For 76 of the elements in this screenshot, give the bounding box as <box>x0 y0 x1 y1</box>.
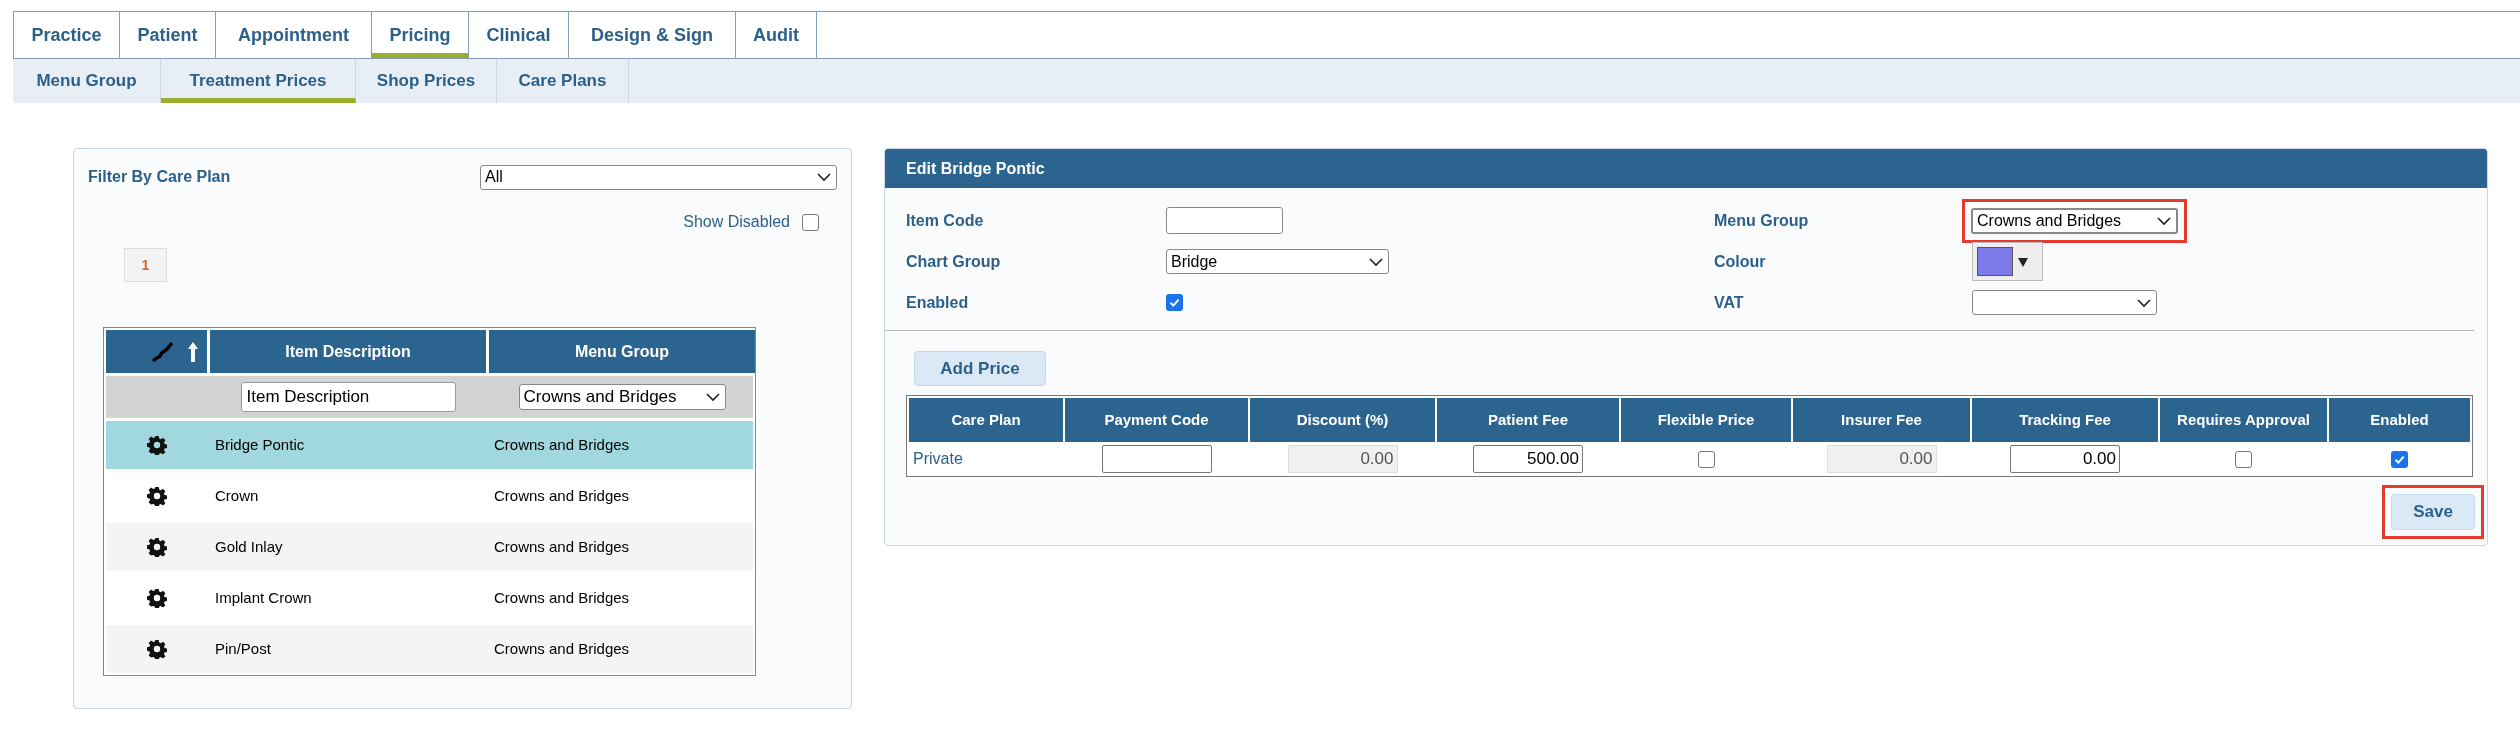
show-disabled-label: Show Disabled <box>683 212 790 232</box>
care-plan-link[interactable]: Private <box>913 447 963 471</box>
select-field[interactable]: Crowns and Bridges <box>518 384 726 410</box>
text-input[interactable] <box>1101 445 1212 473</box>
readonly-field[interactable]: 0.00 <box>1826 445 1937 473</box>
select-field[interactable]: All <box>480 164 837 190</box>
table-cell-text: Implant Crown <box>214 587 313 608</box>
column-header: Discount (%) <box>1250 398 1435 442</box>
panel-header: Edit Bridge Pontic <box>885 149 2487 188</box>
checkbox[interactable] <box>1166 294 1183 311</box>
table-cell-text: Crowns and Bridges <box>493 485 631 506</box>
text-input[interactable] <box>1166 207 1283 234</box>
column-header: Item Description <box>210 330 486 373</box>
sort-arrow-icon[interactable] <box>187 340 199 363</box>
chevron-down-icon <box>2156 215 2172 226</box>
gear-icon[interactable] <box>146 435 167 455</box>
chevron-down-icon <box>704 392 721 402</box>
column-header: Tracking Fee <box>1972 398 2158 442</box>
field-label: Enabled <box>906 292 970 313</box>
text-input[interactable]: 0.00 <box>2010 445 2120 473</box>
colour-picker[interactable] <box>1972 242 2043 281</box>
column-header: Requires Approval <box>2160 398 2327 442</box>
nav-tab[interactable]: Practice <box>14 12 120 58</box>
table-cell-text: Crowns and Bridges <box>493 434 631 455</box>
field-label: Colour <box>1714 251 1767 272</box>
checkbox[interactable] <box>2235 450 2252 468</box>
gear-icon[interactable] <box>146 486 167 506</box>
add-price-button[interactable]: Add Price <box>914 351 1046 386</box>
sub-tab[interactable]: Care Plans <box>497 59 629 103</box>
nav-tab[interactable]: Design & Sign <box>569 12 736 58</box>
table-cell-text: Gold Inlay <box>214 536 284 557</box>
column-header: Enabled <box>2329 398 2470 442</box>
table-cell-text: Pin/Post <box>214 638 272 659</box>
select-field[interactable]: Bridge <box>1166 249 1389 274</box>
column-header: Care Plan <box>909 398 1063 442</box>
filter-label: Filter By Care Plan <box>88 167 231 187</box>
column-header: Patient Fee <box>1437 398 1619 442</box>
table-cell-text: Crowns and Bridges <box>493 536 631 557</box>
search-field[interactable]: Item Description <box>240 382 456 412</box>
sub-tab[interactable]: Treatment Prices <box>161 59 356 103</box>
table-cell-text: Bridge Pontic <box>214 434 306 455</box>
dropdown-triangle-icon <box>2017 255 2029 268</box>
table-cell-text: Crown <box>214 485 260 506</box>
check-icon <box>1168 296 1181 309</box>
nav-tab[interactable]: Audit <box>736 12 817 58</box>
column-header: Payment Code <box>1065 398 1248 442</box>
table-cell-text: Crowns and Bridges <box>493 638 631 659</box>
text-input[interactable]: 500.00 <box>1473 445 1583 473</box>
chevron-down-icon <box>2136 297 2152 308</box>
nav-tab[interactable]: Patient <box>120 12 216 58</box>
field-label: Item Code <box>906 210 985 231</box>
column-header: Flexible Price <box>1621 398 1791 442</box>
readonly-field[interactable]: 0.00 <box>1287 445 1398 473</box>
save-button[interactable]: Save <box>2391 494 2475 530</box>
column-header: Menu Group <box>489 330 755 373</box>
sub-tab[interactable]: Shop Prices <box>356 59 497 103</box>
field-label: VAT <box>1714 292 1745 313</box>
nav-tab[interactable]: Appointment <box>216 12 372 58</box>
checkbox[interactable] <box>802 213 819 231</box>
chevron-down-icon <box>816 172 832 182</box>
gear-icon[interactable] <box>146 537 167 557</box>
table-row[interactable]: Gold Inlay Crowns and Bridges <box>106 523 753 571</box>
select-field[interactable]: Crowns and Bridges <box>1971 207 2178 234</box>
table-cell-text: Crowns and Bridges <box>493 587 631 608</box>
chevron-down-icon <box>1368 256 1384 267</box>
gear-icon[interactable] <box>146 639 167 659</box>
table-row[interactable]: Pin/Post Crowns and Bridges <box>106 625 753 673</box>
gear-icon[interactable] <box>146 588 167 608</box>
field-label: Menu Group <box>1714 210 1810 231</box>
column-header: Insurer Fee <box>1793 398 1970 442</box>
checkbox[interactable] <box>2391 450 2408 468</box>
nav-tab[interactable]: Clinical <box>469 12 569 58</box>
checkbox[interactable] <box>1697 450 1715 468</box>
table-row[interactable]: Bridge Pontic Crowns and Bridges <box>106 421 753 469</box>
select-field[interactable] <box>1972 290 2157 315</box>
field-label: Chart Group <box>906 251 1002 272</box>
